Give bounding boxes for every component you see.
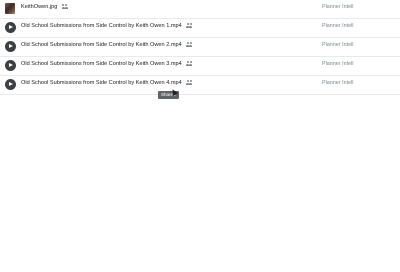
file-row-video-4[interactable]: Old School Submissions from Side Control…	[0, 76, 400, 95]
video-play-icon	[5, 22, 16, 33]
video-play-icon	[5, 41, 16, 52]
file-row-video-2[interactable]: Old School Submissions from Side Control…	[0, 38, 400, 57]
shared-people-icon[interactable]	[186, 23, 193, 28]
file-name: Old School Submissions from Side Control…	[21, 80, 193, 86]
shared-people-icon[interactable]	[186, 61, 193, 66]
video-play-icon	[5, 60, 16, 71]
shared-people-icon[interactable]	[186, 80, 193, 85]
file-owner: Planner Intell	[322, 42, 354, 48]
file-owner: Planner Intell	[322, 80, 354, 86]
file-list: KeithOwen.jpg Planner Intell Old School …	[0, 0, 400, 95]
shared-people-icon[interactable]	[186, 42, 193, 47]
file-owner: Planner Intell	[322, 23, 354, 29]
file-name: Old School Submissions from Side Control…	[21, 42, 193, 48]
image-thumbnail-icon	[5, 3, 15, 14]
shared-people-icon[interactable]	[61, 4, 68, 9]
file-name: Old School Submissions from Side Control…	[21, 61, 193, 67]
file-row-video-1[interactable]: Old School Submissions from Side Control…	[0, 19, 400, 38]
video-play-icon	[5, 79, 16, 90]
file-owner: Planner Intell	[322, 4, 354, 10]
file-row-video-3[interactable]: Old School Submissions from Side Control…	[0, 57, 400, 76]
file-name: Old School Submissions from Side Control…	[21, 23, 193, 29]
file-owner: Planner Intell	[322, 61, 354, 67]
file-name: KeithOwen.jpg	[21, 4, 68, 10]
file-row-keithowen-jpg[interactable]: KeithOwen.jpg Planner Intell	[0, 0, 400, 19]
